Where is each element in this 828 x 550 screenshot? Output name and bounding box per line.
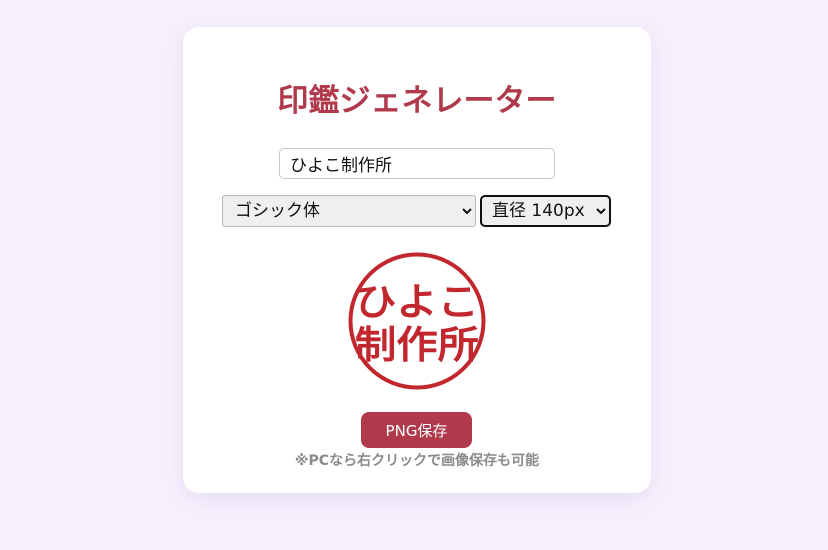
name-input[interactable] bbox=[279, 148, 555, 179]
stamp-line-1: ひよこ bbox=[355, 280, 479, 324]
font-select[interactable]: ゴシック体 bbox=[222, 195, 476, 227]
page-title: 印鑑ジェネレーター bbox=[277, 83, 557, 119]
stamp-line-2: 制作所 bbox=[355, 323, 479, 367]
png-save-button[interactable]: PNG保存 bbox=[361, 412, 472, 448]
save-hint: ※PCなら右クリックで画像保存も可能 bbox=[294, 453, 540, 469]
stamp-svg: ひよこ 制作所 bbox=[348, 252, 486, 390]
generator-card: 印鑑ジェネレーター ゴシック体 直径 140px ひよこ 制作所 PNG保存 ※… bbox=[183, 27, 651, 493]
stamp-preview: ひよこ 制作所 bbox=[347, 251, 487, 391]
size-select[interactable]: 直径 140px bbox=[480, 195, 611, 227]
